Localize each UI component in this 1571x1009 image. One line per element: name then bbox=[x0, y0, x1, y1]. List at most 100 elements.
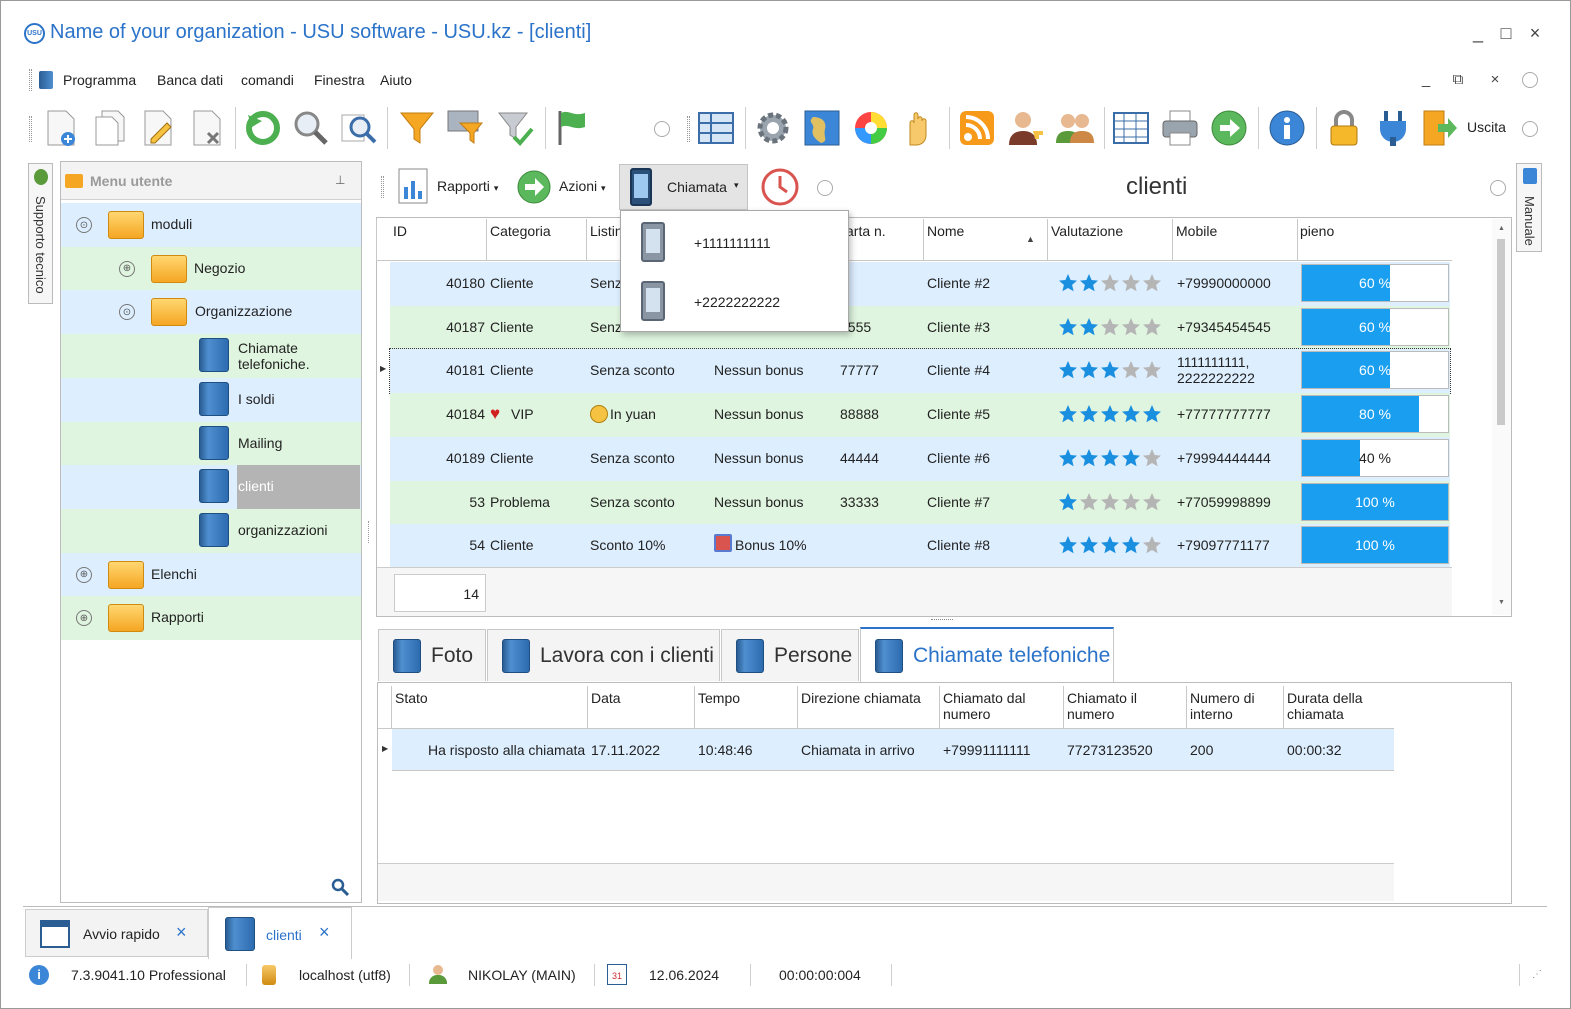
star-filled-icon[interactable] bbox=[1100, 360, 1120, 380]
pin-icon[interactable]: ⊥ bbox=[335, 173, 345, 187]
menu-programma[interactable]: Programma bbox=[63, 72, 136, 88]
refresh-icon[interactable] bbox=[243, 108, 283, 148]
star-empty-icon[interactable] bbox=[1142, 492, 1162, 512]
column-header[interactable]: Listin bbox=[590, 223, 623, 239]
star-filled-icon[interactable] bbox=[1121, 448, 1141, 468]
star-filled-icon[interactable] bbox=[1058, 448, 1078, 468]
rating-stars[interactable] bbox=[1058, 448, 1162, 468]
table-row[interactable]: 54 Cliente Sconto 10% Bonus 10% Cliente #8 +7… bbox=[390, 524, 1450, 569]
call-column-header[interactable]: Stato bbox=[395, 690, 585, 706]
star-filled-icon[interactable] bbox=[1058, 492, 1078, 512]
call-column-header[interactable]: Durata della chiamata bbox=[1287, 690, 1392, 722]
filter-apply-icon[interactable] bbox=[495, 108, 535, 148]
gear-icon[interactable] bbox=[753, 108, 793, 148]
rating-stars[interactable] bbox=[1058, 317, 1162, 337]
actions-icon[interactable] bbox=[516, 169, 552, 208]
user-key-icon[interactable] bbox=[1006, 108, 1046, 148]
call-button[interactable]: Chiamata ▾ bbox=[619, 164, 748, 210]
table-row[interactable]: 40180 Cliente Senz Cliente #2 +79990000000 60… bbox=[390, 262, 1450, 306]
menubar-grip[interactable] bbox=[29, 69, 32, 91]
forward-icon[interactable] bbox=[1209, 108, 1249, 148]
star-filled-icon[interactable] bbox=[1079, 448, 1099, 468]
scroll-down-icon[interactable]: ▼ bbox=[1498, 599, 1505, 606]
star-filled-icon[interactable] bbox=[1058, 317, 1078, 337]
table-row[interactable]: 40189 Cliente Senza sconto Nessun bonus 4444… bbox=[390, 436, 1450, 481]
maximize-button[interactable]: □ bbox=[1495, 23, 1517, 44]
grid-view-icon[interactable] bbox=[696, 108, 736, 148]
flag-icon[interactable] bbox=[553, 108, 593, 148]
menu-item-clienti[interactable]: clienti bbox=[61, 465, 361, 510]
star-filled-icon[interactable] bbox=[1079, 360, 1099, 380]
star-empty-icon[interactable] bbox=[1142, 448, 1162, 468]
menu-item-organizzazione[interactable]: ⊙ Organizzazione bbox=[61, 290, 361, 335]
expander-icon[interactable]: ⊕ bbox=[76, 610, 92, 627]
menu-banca-dati[interactable]: Banca dati bbox=[157, 72, 223, 88]
mdi-minimize-button[interactable]: _ bbox=[1415, 71, 1437, 88]
rss-icon[interactable] bbox=[957, 108, 997, 148]
menu-item-negozio[interactable]: ⊕ Negozio bbox=[61, 246, 361, 291]
star-filled-icon[interactable] bbox=[1121, 535, 1141, 555]
expander-icon[interactable]: ⊕ bbox=[119, 260, 135, 277]
plug-icon[interactable] bbox=[1373, 108, 1413, 148]
star-filled-icon[interactable] bbox=[1079, 404, 1099, 424]
rating-stars[interactable] bbox=[1058, 273, 1162, 293]
star-filled-icon[interactable] bbox=[1079, 317, 1099, 337]
clock-icon[interactable] bbox=[761, 168, 799, 209]
mdi-restore-button[interactable]: ⧉ bbox=[1447, 71, 1469, 88]
toolbar-options-icon[interactable] bbox=[1522, 121, 1538, 137]
star-filled-icon[interactable] bbox=[1100, 448, 1120, 468]
table-row[interactable]: 40181 Cliente Senza sconto Nessun bonus 7777… bbox=[389, 348, 1451, 395]
reports-icon[interactable] bbox=[397, 167, 429, 205]
hand-icon[interactable] bbox=[899, 108, 939, 148]
star-empty-icon[interactable] bbox=[1142, 360, 1162, 380]
color-wheel-icon[interactable] bbox=[851, 108, 891, 148]
scroll-thumb[interactable] bbox=[1497, 239, 1505, 425]
table-row[interactable]: 53 Problema Senza sconto Nessun bonus 33333 C… bbox=[390, 480, 1450, 525]
exit-icon[interactable] bbox=[1419, 108, 1459, 148]
copy-record-icon[interactable] bbox=[89, 108, 129, 148]
menu-item-elenchi[interactable]: ⊕ Elenchi bbox=[61, 552, 361, 597]
tab-lavora-con-i-clienti[interactable]: Lavora con i clienti bbox=[487, 629, 720, 681]
splitter-grip[interactable] bbox=[368, 521, 371, 543]
star-empty-icon[interactable] bbox=[1100, 273, 1120, 293]
menu-finestra[interactable]: Finestra bbox=[314, 72, 365, 88]
star-empty-icon[interactable] bbox=[1142, 535, 1162, 555]
call-row[interactable]: Ha risposto alla chiamata 17.11.2022 10:48… bbox=[392, 729, 1394, 771]
close-button[interactable]: × bbox=[1524, 23, 1546, 44]
advanced-search-icon[interactable] bbox=[339, 108, 379, 148]
tab-persone[interactable]: Persone bbox=[721, 629, 859, 681]
minimize-button[interactable]: _ bbox=[1467, 23, 1489, 44]
star-empty-icon[interactable] bbox=[1142, 317, 1162, 337]
call-option-1[interactable]: +1111111111 bbox=[621, 211, 848, 271]
rating-stars[interactable] bbox=[1058, 404, 1162, 424]
edit-record-icon[interactable] bbox=[138, 108, 178, 148]
info-icon[interactable] bbox=[1267, 108, 1307, 148]
rating-stars[interactable] bbox=[1058, 492, 1162, 512]
call-column-header[interactable]: Chiamato dal numero bbox=[943, 690, 1061, 722]
star-filled-icon[interactable] bbox=[1100, 535, 1120, 555]
scroll-up-icon[interactable]: ▲ bbox=[1498, 225, 1505, 232]
print-icon[interactable] bbox=[1160, 108, 1200, 148]
star-empty-icon[interactable] bbox=[1142, 273, 1162, 293]
split-grip[interactable] bbox=[931, 619, 953, 620]
star-filled-icon[interactable] bbox=[1100, 404, 1120, 424]
column-header[interactable]: ID bbox=[393, 223, 407, 239]
star-filled-icon[interactable] bbox=[1079, 273, 1099, 293]
close-icon[interactable]: × bbox=[176, 922, 187, 943]
call-column-header[interactable]: Chiamato il numero bbox=[1067, 690, 1185, 722]
toolbar-options-icon[interactable] bbox=[654, 121, 670, 137]
column-header[interactable]: Mobile bbox=[1176, 223, 1217, 239]
star-filled-icon[interactable] bbox=[1058, 360, 1078, 380]
title-options-icon[interactable] bbox=[1490, 180, 1506, 196]
star-empty-icon[interactable] bbox=[1121, 492, 1141, 512]
column-header[interactable]: arta n. bbox=[846, 223, 886, 239]
module-toolbar-options-icon[interactable] bbox=[817, 180, 833, 196]
column-header[interactable]: Valutazione bbox=[1051, 223, 1123, 239]
menu-aiuto[interactable]: Aiuto bbox=[380, 72, 412, 88]
table-icon[interactable] bbox=[1111, 108, 1151, 148]
users-group-icon[interactable] bbox=[1055, 108, 1095, 148]
exit-button[interactable]: Uscita bbox=[1467, 119, 1506, 135]
star-empty-icon[interactable] bbox=[1100, 317, 1120, 337]
menu-comandi[interactable]: comandi bbox=[241, 72, 294, 88]
toolbar-grip[interactable] bbox=[29, 116, 32, 142]
